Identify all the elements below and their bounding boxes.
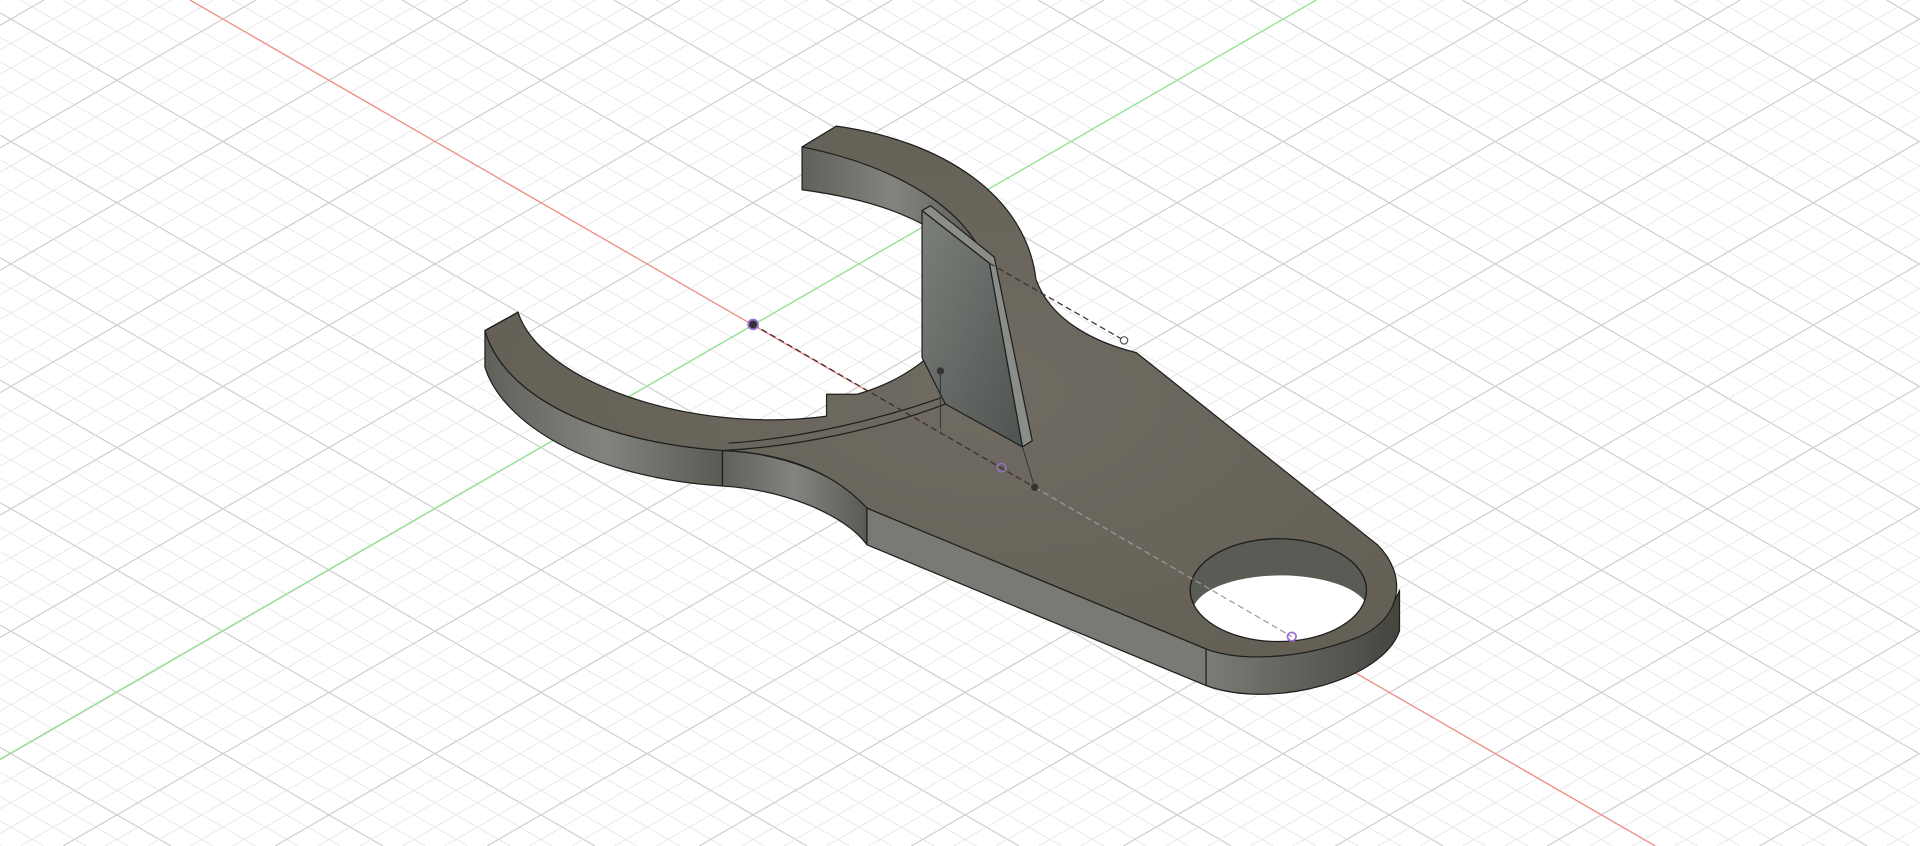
grid-minor-line [1504,606,1920,846]
grid-minor-line [1758,0,1920,94]
grid-minor-line [0,649,341,846]
grid-minor-line [0,796,87,846]
grid-minor-line [1377,532,1920,846]
grid-minor-line [1419,557,1920,846]
grid-minor-line [1292,0,1920,363]
3d-canvas[interactable] [0,0,1920,846]
grid-minor-line [1716,728,1920,846]
grid-minor-line [1844,802,1920,846]
cad-viewport[interactable] [0,0,1920,846]
grid-minor-line [1886,826,1920,846]
grid-minor-line [0,0,596,344]
grid-minor-line [0,673,299,846]
grid-minor-line [1546,0,1920,216]
grid-minor-line [0,0,172,100]
grid-minor-line [0,0,808,467]
grid-minor-line [0,0,342,198]
grid-minor-line [1122,0,1920,461]
grid-minor-line [0,551,511,846]
grid-minor-line [0,306,935,846]
origin-point-icon[interactable] [747,318,759,331]
sketch-point-icon[interactable] [1119,336,1129,345]
grid-minor-line [1419,0,1920,290]
grid-minor-line [1504,0,1920,241]
grid-major-line [0,624,384,846]
grid-minor-line [0,526,553,846]
grid-major-line [1249,0,1920,388]
grid-minor-line [1589,655,1920,846]
grid-minor-line [0,0,384,222]
grid-major-line [0,502,596,846]
grid-minor-line [0,0,87,51]
grid-minor-line [1801,0,1920,69]
grid-minor-line [0,0,766,442]
grid-major-line [1547,630,1920,846]
grid-minor-line [1632,679,1920,846]
grid-major-line [0,746,172,846]
grid-major-line [0,0,681,394]
grid-minor-line [1589,0,1920,192]
grid-major-line [0,0,45,26]
sketch-point-icon[interactable] [1031,483,1039,491]
grid-minor-line [0,0,638,369]
grid-minor-line [0,575,468,846]
grid-major-line [1886,0,1920,20]
grid-minor-line [1292,483,1920,846]
grid-minor-line [0,0,2,2]
grid-minor-line [0,771,129,846]
part-body[interactable] [484,125,1401,695]
grid-minor-line [0,820,44,846]
grid-major-line [0,0,469,271]
grid-minor-line [0,0,129,75]
sketch-point-icon[interactable] [936,367,945,375]
grid-minor-line [0,428,723,846]
grid-minor-line [0,0,554,320]
grid-minor-line [1843,0,1920,45]
grid-minor-line [0,0,723,418]
grid-minor-line [0,330,893,846]
grid-minor-line [0,698,256,846]
grid-major-line [1335,508,1920,846]
grid-major-line [0,0,257,149]
grid-minor-line [1334,0,1920,339]
grid-minor-line [0,0,511,296]
grid-major-line [1759,752,1920,846]
grid-minor-line [1716,0,1920,118]
grid-minor-line [1377,0,1920,314]
grid-minor-line [0,453,680,846]
grid-major-line [1674,0,1920,143]
grid-minor-line [0,0,214,124]
